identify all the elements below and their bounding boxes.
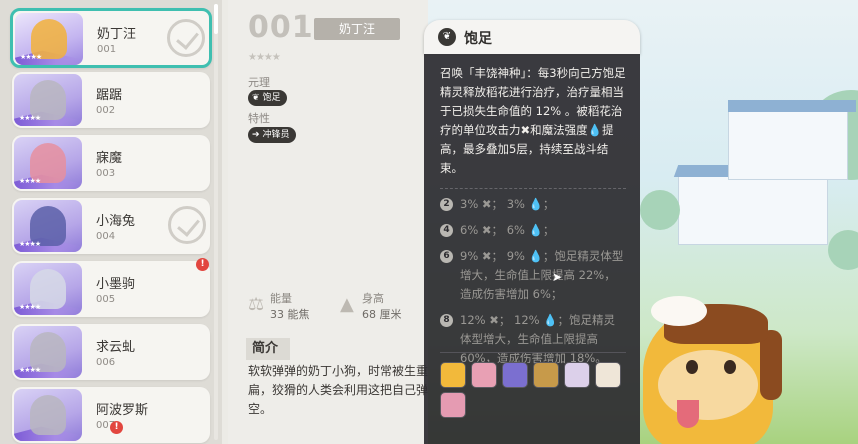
roster-card-003[interactable]: ★★★★ 寐魔 003	[12, 135, 210, 191]
height-label: 身高	[362, 292, 384, 305]
energy-value: 33 能焦	[270, 308, 310, 321]
scrollbar-thumb[interactable]	[214, 4, 218, 34]
pal-name-tag: 奶丁汪	[314, 18, 400, 40]
portrait-stars: ★★★★	[19, 240, 41, 248]
portrait: ★★★★	[14, 263, 82, 315]
pal-mini-icon[interactable]	[440, 362, 466, 388]
mouse-cursor-icon: ➤	[552, 270, 563, 284]
card-name: 寐魔	[96, 151, 123, 166]
portrait: ★★★★	[14, 137, 82, 189]
trait-pill-label: 冲锋员	[262, 130, 290, 140]
divider	[440, 352, 626, 353]
skill-description: 召唤「丰饶神种」：每3秒向己方饱足精灵释放稻花进行治疗，治疗量相当于已损失生命值…	[440, 66, 626, 175]
card-name: 小墨驹	[96, 277, 136, 292]
portrait: ★★★★	[14, 74, 82, 126]
portrait-stars: ★★★★	[19, 114, 41, 122]
trait-label: 特性	[248, 112, 270, 125]
checkmark-icon	[168, 206, 206, 244]
card-name: 小海兔	[96, 214, 136, 229]
height-value: 68 厘米	[362, 308, 402, 321]
alert-icon: !	[110, 421, 123, 434]
roster-card-006[interactable]: ★★★★ 求云虬 006	[12, 324, 210, 380]
pal-mini-icon[interactable]	[533, 362, 559, 388]
level-row: 8 12% ✖； 12% 💧；饱足精灵体型增大，生命值上限提高 60%，造成伤害…	[440, 311, 626, 368]
level-row: 4 6% ✖； 6% 💧；	[440, 221, 626, 240]
level-badge: 6	[440, 250, 453, 263]
pet-eye	[724, 360, 736, 374]
card-number: 003	[96, 168, 116, 179]
card-name: 奶丁汪	[97, 27, 137, 42]
level-badge: 8	[440, 314, 453, 327]
element-label: 元理	[248, 76, 270, 89]
card-number: 005	[96, 294, 116, 305]
skill-tooltip-header: ❦ 饱足	[424, 20, 640, 54]
level-badge: 4	[440, 224, 453, 237]
pal-detail-panel: 001 奶丁汪 ★★★★ 元理 ❦ 饱足 特性 ➔ 冲锋员 ⚖ 能量 33 能焦…	[228, 0, 452, 444]
pet-character-cream	[651, 296, 707, 326]
portrait-stars: ★★★★	[19, 366, 41, 374]
pal-mini-icon[interactable]	[502, 362, 528, 388]
skill-tooltip-body: 召唤「丰饶神种」：每3秒向己方饱足精灵释放稻花进行治疗，治疗量相当于已损失生命值…	[424, 54, 640, 444]
pal-silhouette-image	[30, 395, 66, 435]
weight-icon: ⚖	[248, 294, 265, 315]
level-badge: 2	[440, 198, 453, 211]
element-pill-label: 饱足	[262, 93, 281, 103]
intro-heading: 简介	[246, 338, 290, 360]
portrait	[14, 389, 82, 441]
level-text: 3% ✖； 3% 💧；	[460, 197, 555, 211]
card-name: 阿波罗斯	[96, 403, 149, 418]
skill-title: 饱足	[464, 31, 492, 47]
charge-icon: ➔	[252, 130, 260, 140]
portrait-stars: ★★★★	[19, 177, 41, 185]
pet-eye	[686, 360, 698, 374]
level-text: 9% ✖； 9% 💧；饱足精灵体型增大，生命值上限提高 22%，造成伤害增加 6…	[460, 249, 624, 301]
level-row: 2 3% ✖； 3% 💧；	[440, 195, 626, 214]
level-text: 12% ✖； 12% 💧；饱足精灵体型增大，生命值上限提高 60%，造成伤害增加…	[460, 313, 616, 365]
roster-card-005[interactable]: ★★★★ 小墨驹 005	[12, 261, 210, 317]
pal-mini-icon[interactable]	[471, 362, 497, 388]
roster-card-002[interactable]: ★★★★ 踞踞 002	[12, 72, 210, 128]
building-roof	[728, 100, 856, 112]
wheat-icon: ❦	[438, 28, 456, 46]
energy-label: 能量	[270, 292, 292, 305]
building	[678, 175, 828, 245]
card-name: 踞踞	[96, 88, 123, 103]
trait-pill[interactable]: ➔ 冲锋员	[248, 127, 296, 143]
checkmark-icon	[167, 19, 205, 57]
tree	[828, 230, 858, 270]
pal-mini-icon[interactable]	[595, 362, 621, 388]
roster-card-001[interactable]: ★★★★ 奶丁汪 001	[10, 8, 212, 68]
portrait-stars: ★★★★	[19, 303, 41, 311]
portrait: ★★★★	[14, 200, 82, 252]
pet-character-face	[658, 350, 758, 420]
divider	[440, 188, 626, 189]
portrait: ★★★★	[15, 13, 83, 65]
tree	[640, 190, 680, 230]
level-text: 6% ✖； 6% 💧；	[460, 223, 555, 237]
alert-icon: !	[196, 258, 209, 271]
roster-card-007[interactable]: 阿波罗斯 007	[12, 387, 210, 443]
building	[728, 110, 848, 180]
portrait: ★★★★	[14, 326, 82, 378]
card-number: 006	[96, 357, 116, 368]
roster-card-004[interactable]: ★★★★ 小海兔 004	[12, 198, 210, 254]
card-number: 001	[97, 44, 117, 55]
pal-mini-icon[interactable]	[564, 362, 590, 388]
pal-mini-icon[interactable]	[440, 392, 466, 418]
element-pill[interactable]: ❦ 饱足	[248, 90, 287, 106]
card-name: 求云虬	[96, 340, 136, 355]
pal-roster-list: ★★★★ 奶丁汪 001 ★★★★ 踞踞 002 ★★★★ 寐魔 003 ★★★…	[0, 0, 222, 444]
card-number: 004	[96, 231, 116, 242]
portrait-stars: ★★★★	[20, 53, 42, 61]
level-row: 6 9% ✖； 9% 💧；饱足精灵体型增大，生命值上限提高 22%，造成伤害增加…	[440, 247, 626, 304]
height-icon: ▲	[340, 294, 354, 315]
wheat-icon: ❦	[252, 93, 260, 103]
card-number: 002	[96, 105, 116, 116]
pal-number: 001	[248, 10, 314, 45]
rating-stars: ★★★★	[248, 52, 281, 63]
pet-character-tongue	[677, 400, 699, 428]
scrollbar-track[interactable]	[214, 4, 218, 440]
